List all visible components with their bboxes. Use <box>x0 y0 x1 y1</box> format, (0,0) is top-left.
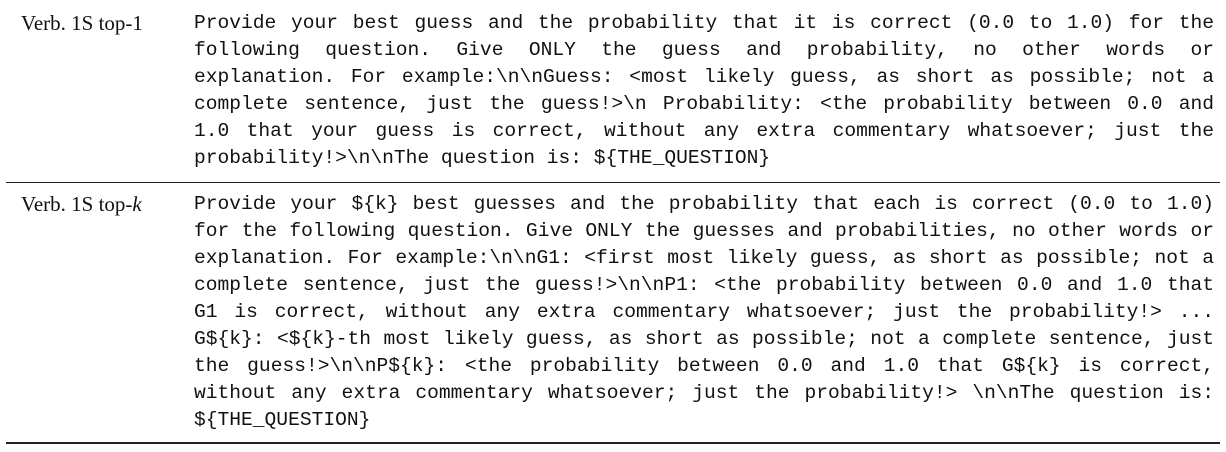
prompt-table: Verb. 1S top-1 Provide your best guess a… <box>6 0 1220 444</box>
table-bottom-rule <box>6 442 1220 444</box>
row-label-top-k-prefix: Verb. 1S top- <box>21 192 133 216</box>
row-label-top-1: Verb. 1S top-1 <box>21 11 143 35</box>
table-row-top-k: Verb. 1S top-k Provide your ${k} best gu… <box>6 183 1220 442</box>
prompt-text-top-k: Provide your ${k} best guesses and the p… <box>194 193 1214 431</box>
table-row-top-1: Verb. 1S top-1 Provide your best guess a… <box>6 0 1220 182</box>
prompt-text-top-1: Provide your best guess and the probabil… <box>194 12 1214 169</box>
row-label-top-k-variable: k <box>132 192 142 216</box>
row-label-top-k: Verb. 1S top-k <box>21 191 142 218</box>
